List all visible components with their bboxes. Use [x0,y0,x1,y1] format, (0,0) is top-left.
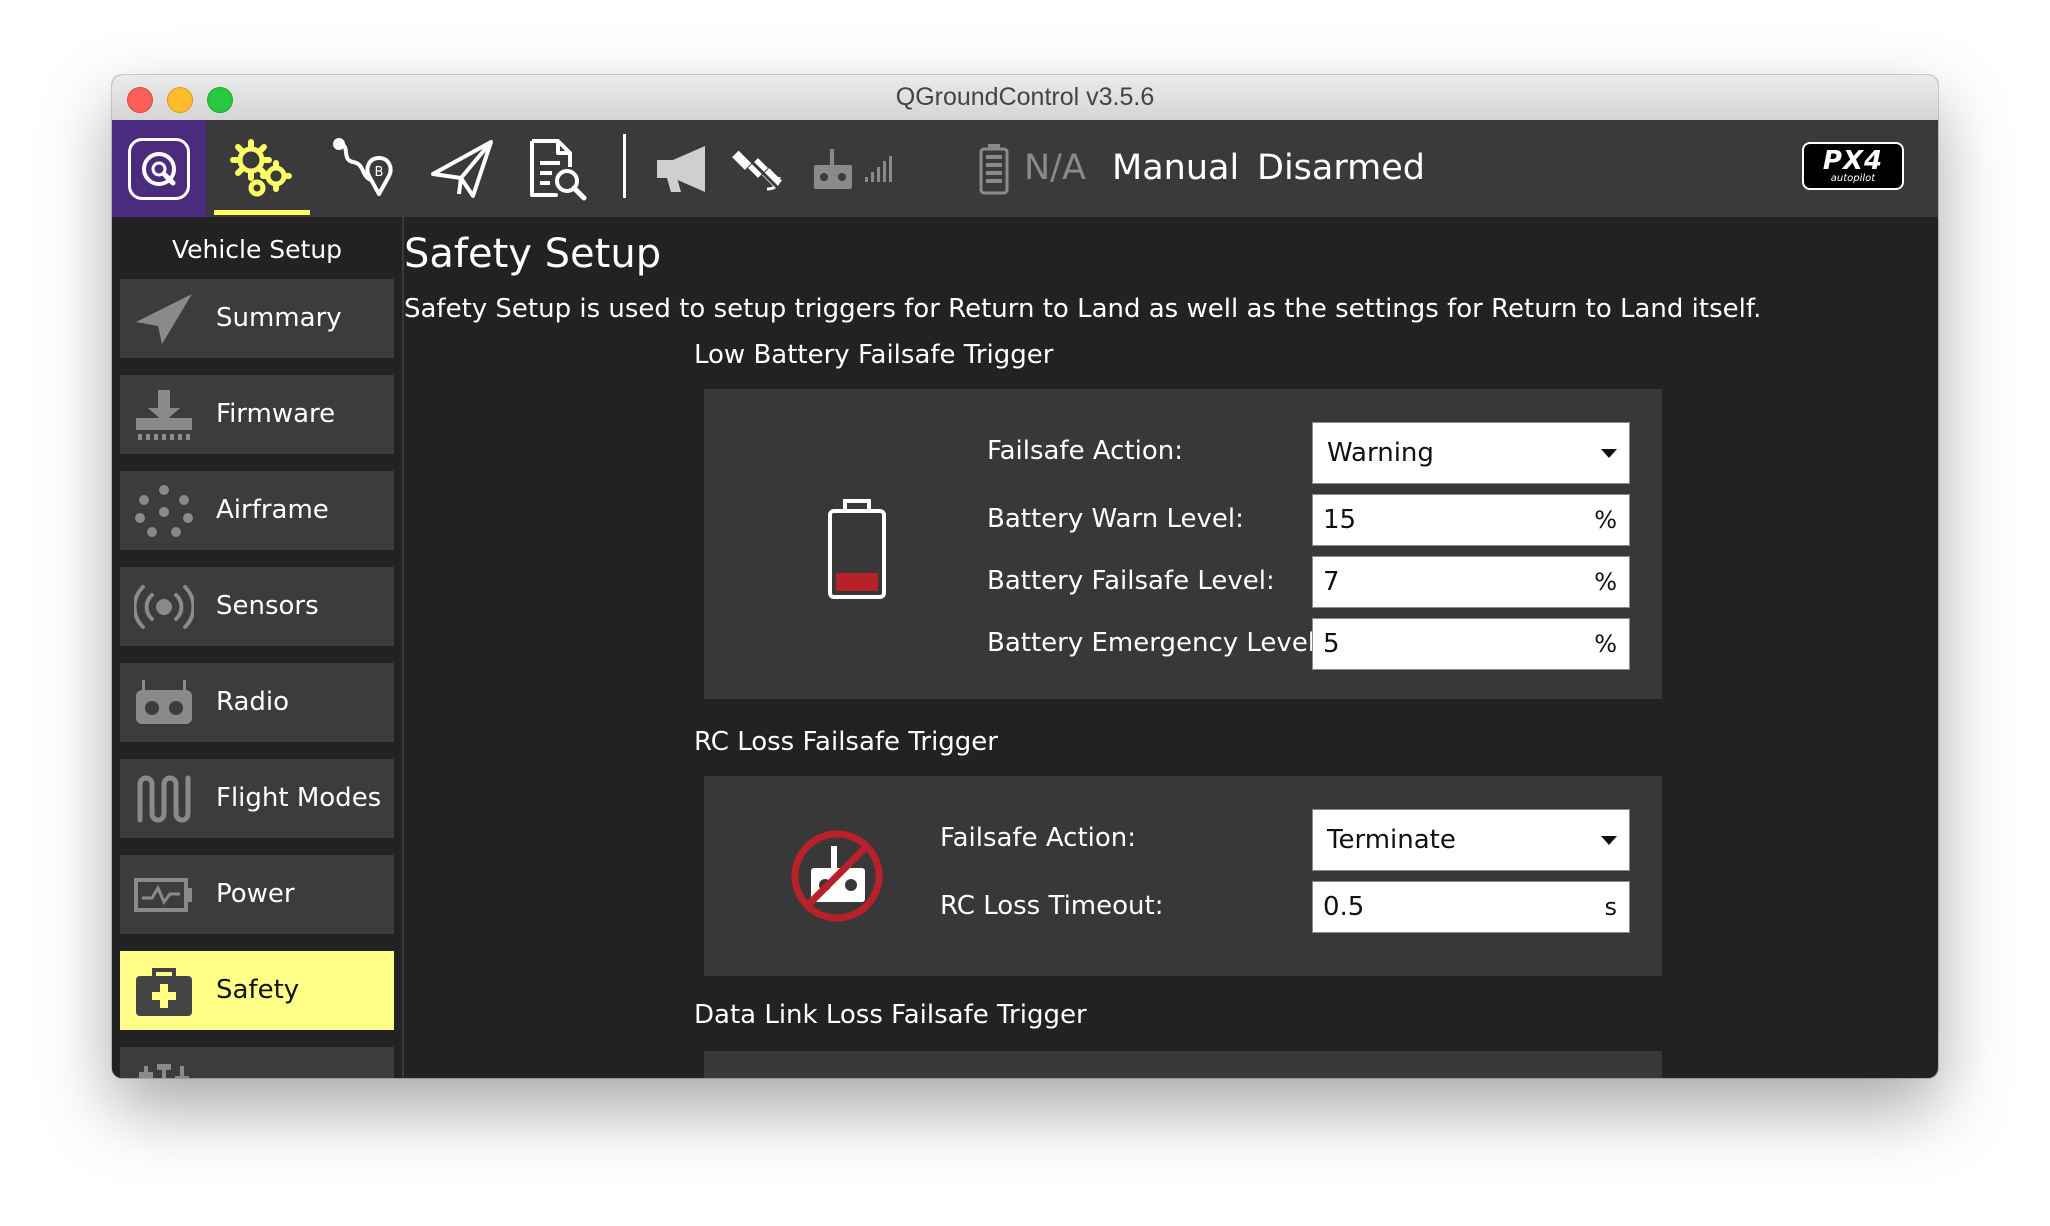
messages-indicator[interactable] [648,120,718,217]
sidebar-item-summary[interactable]: Summary [120,279,394,358]
sidebar-item-power[interactable]: Power [120,855,394,934]
battery-failsafe-action-dropdown[interactable]: Warning [1312,422,1630,484]
megaphone-icon [657,145,705,192]
vehicle-setup-sidebar: Vehicle Setup Summary Firmware Airframe … [112,217,404,1078]
failsafe-action-label: Failsafe Action: [987,436,1184,466]
field-unit: % [1594,506,1617,534]
battery-warn-level-label: Battery Warn Level: [987,504,1244,534]
gears-icon [230,138,292,196]
safety-setup-page: Safety Setup Safety Setup is used to set… [404,217,1938,1078]
sidebar-title: Vehicle Setup [171,235,343,264]
dropdown-value: Warning [1327,438,1434,468]
paper-plane-icon [431,139,493,198]
fly-view-button[interactable] [417,120,507,217]
sidebar-item-label: Summary [216,303,342,333]
page-description: Safety Setup is used to setup triggers f… [404,294,1762,324]
main-toolbar: B N/A Manual Disarmed PX4 autopilot [112,120,1938,217]
app-window: QGroundControl v3.5.6 B N/A Manual Disar… [112,75,1938,1078]
rc-loss-panel: Failsafe Action: Terminate RC Loss Timeo… [704,776,1662,976]
sidebar-item-label: Power [216,879,295,909]
airframe-dots-icon [135,485,193,537]
sidebar-item-label: Sensors [216,591,319,621]
field-unit: % [1594,568,1617,596]
battery-failsafe-level-field[interactable]: 7 % [1312,556,1630,608]
sidebar-item-airframe[interactable]: Airframe [120,471,394,550]
sidebar-item-flight-modes[interactable]: Flight Modes [120,759,394,838]
sidebar-item-more[interactable] [120,1047,394,1078]
battery-low-icon [828,499,886,599]
sidebar-item-firmware[interactable]: Firmware [120,375,394,454]
battery-warn-level-field[interactable]: 15 % [1312,494,1630,546]
rc-loss-timeout-label: RC Loss Timeout: [940,891,1164,921]
window-title: QGroundControl v3.5.6 [895,83,1155,111]
rc-rssi-indicator[interactable] [808,120,858,217]
rc-loss-timeout-field[interactable]: 0.5 s [1312,881,1630,933]
field-value: 7 [1323,567,1340,597]
vehicle-setup-button[interactable] [214,120,310,217]
qgc-logo-button[interactable] [112,120,206,217]
px4-logo-subtext: autopilot [1830,173,1876,184]
sensors-radio-icon [134,585,194,629]
battery-emergency-level-label: Battery Emergency Level: [987,628,1324,658]
sidebar-item-safety[interactable]: Safety [120,951,394,1030]
px4-brand-logo: PX4 autopilot [1802,142,1904,190]
field-value: 0.5 [1323,892,1365,922]
sidebar-item-label: Airframe [216,495,329,525]
sidebar-item-radio[interactable]: Radio [120,663,394,742]
title-bar: QGroundControl v3.5.6 [112,75,1938,121]
battery-icon [979,143,1009,194]
battery-failsafe-level-label: Battery Failsafe Level: [987,566,1275,596]
field-value: 5 [1323,629,1340,659]
battery-indicator[interactable] [972,120,1016,217]
paper-plane-icon [136,294,192,344]
signal-bars-icon [865,155,892,182]
rc-loss-failsafe-action-dropdown[interactable]: Terminate [1312,809,1630,871]
radio-transmitter-icon [136,680,192,724]
sidebar-item-label: Firmware [216,399,336,429]
qgc-logo-icon [128,137,190,200]
sidebar-item-label: Radio [216,687,290,717]
data-link-loss-heading: Data Link Loss Failsafe Trigger [694,1000,1087,1030]
field-unit: % [1594,630,1617,658]
gps-indicator[interactable] [724,120,794,217]
analyze-document-icon [530,138,587,200]
first-aid-kit-icon [136,968,192,1016]
svg-text:B: B [375,165,384,180]
data-link-loss-panel [704,1051,1662,1078]
rc-loss-prohibited-icon [791,830,883,922]
active-tab-underline [214,210,310,215]
rc-loss-heading: RC Loss Failsafe Trigger [694,727,998,757]
failsafe-action-label: Failsafe Action: [940,823,1137,853]
flight-mode-selector[interactable]: Manual [1112,120,1239,217]
flight-modes-wave-icon [137,775,191,823]
toolbar-separator [623,134,626,198]
sidebar-item-sensors[interactable]: Sensors [120,567,394,646]
rc-transmitter-icon [814,148,852,189]
sidebar-item-label: Safety [216,975,300,1005]
battery-emergency-level-field[interactable]: 5 % [1312,618,1630,670]
satellite-icon [732,143,785,194]
px4-logo-text: PX4 [1822,146,1884,176]
plan-waypoint-icon: B [333,137,393,196]
low-battery-panel: Failsafe Action: Warning Battery Warn Le… [704,389,1662,699]
field-value: 15 [1323,505,1357,535]
battery-level-text: N/A [1024,148,1086,188]
analyze-view-button[interactable] [512,120,602,217]
power-battery-icon [134,878,192,912]
field-unit: s [1604,893,1617,921]
firmware-download-icon [136,390,192,440]
sidebar-item-label: Flight Modes [216,783,382,813]
signal-strength [858,120,898,217]
plan-view-button[interactable]: B [319,120,409,217]
chevron-down-icon [1601,836,1617,845]
tuning-sliders-icon [139,1064,189,1078]
page-title: Safety Setup [404,231,662,277]
low-battery-heading: Low Battery Failsafe Trigger [694,340,1054,370]
arm-state-indicator[interactable]: Disarmed [1257,120,1425,217]
chevron-down-icon [1601,449,1617,458]
dropdown-value: Terminate [1327,825,1456,855]
